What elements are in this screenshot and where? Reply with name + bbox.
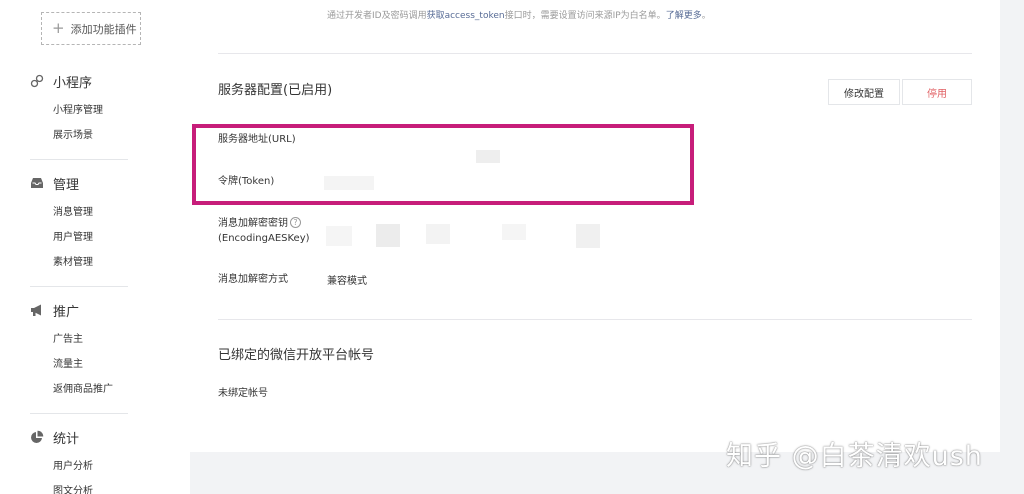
nav-head-label: 管理: [53, 177, 80, 193]
plus-icon: +: [52, 19, 65, 37]
nav-head-manage[interactable]: 管理: [0, 171, 190, 195]
sidebar-divider: [30, 413, 128, 414]
megaphone-icon: [31, 304, 41, 316]
encrypt-mode-label: 消息加解密方式: [218, 274, 288, 285]
sidebar-item-display-scene[interactable]: 展示场景: [0, 123, 190, 148]
tip-text: 接口时，需要设置访问来源IP为白名单。: [504, 11, 666, 21]
sidebar-item-material-manage[interactable]: 素材管理: [0, 250, 190, 275]
nav-head-promotion[interactable]: 推广: [0, 298, 190, 322]
sidebar-divider: [30, 159, 128, 160]
bound-account-value: 未绑定帐号: [218, 388, 268, 399]
watermark: 知乎 @白茶清欢ush: [726, 441, 983, 472]
sidebar-item-commission-promo[interactable]: 返佣商品推广: [0, 377, 190, 402]
link-icon: [30, 74, 44, 88]
sidebar-item-advertiser[interactable]: 广告主: [0, 327, 190, 352]
inbox-icon: [31, 178, 43, 188]
disable-button[interactable]: 停用: [902, 79, 972, 105]
redacted-aeskey: [326, 226, 352, 246]
redacted-aeskey: [502, 224, 526, 240]
highlight-box: [192, 124, 694, 205]
nav-head-statistics[interactable]: 统计: [0, 425, 190, 449]
section-divider: [218, 319, 972, 320]
sidebar-item-user-analysis[interactable]: 用户分析: [0, 454, 190, 479]
aeskey-label-line2: (EncodingAESKey): [218, 233, 310, 244]
sidebar-item-user-manage[interactable]: 用户管理: [0, 225, 190, 250]
sidebar-divider: [30, 286, 128, 287]
edit-config-button[interactable]: 修改配置: [828, 79, 900, 105]
redacted-aeskey: [426, 224, 450, 244]
sidebar-item-miniprogram-manage[interactable]: 小程序管理: [0, 98, 190, 123]
redacted-aeskey: [576, 224, 600, 248]
nav-group-manage: 管理 消息管理 用户管理 素材管理: [0, 171, 190, 275]
add-plugin-label: 添加功能插件: [70, 22, 137, 36]
aeskey-label: 消息加解密密钥? (EncodingAESKey): [218, 216, 310, 246]
bound-account-title: 已绑定的微信开放平台帐号: [218, 348, 375, 363]
server-config-title: 服务器配置(已启用): [218, 83, 333, 98]
access-token-link[interactable]: 获取access_token: [427, 11, 505, 21]
section-divider: [218, 53, 972, 54]
nav-head-label: 小程序: [53, 75, 93, 91]
sidebar-item-publisher[interactable]: 流量主: [0, 352, 190, 377]
ip-whitelist-tip: 通过开发者ID及密码调用获取access_token接口时，需要设置访问来源IP…: [327, 8, 711, 21]
nav-head-label: 推广: [53, 304, 80, 320]
pie-chart-icon: [31, 430, 44, 443]
redacted-aeskey: [376, 224, 400, 247]
nav-group-miniprogram: 小程序 小程序管理 展示场景: [0, 69, 190, 148]
nav-head-miniprogram[interactable]: 小程序: [0, 69, 190, 93]
learn-more-link[interactable]: 了解更多: [666, 11, 702, 21]
help-icon[interactable]: ?: [290, 217, 301, 228]
nav-head-label: 统计: [53, 431, 80, 447]
sidebar-item-article-analysis[interactable]: 图文分析: [0, 479, 190, 494]
encrypt-mode-value: 兼容模式: [327, 276, 367, 287]
sidebar: + 添加功能插件 小程序 小程序管理 展示场景 管理 消息管理 用户管理 素材管…: [0, 0, 190, 494]
nav-group-promotion: 推广 广告主 流量主 返佣商品推广: [0, 298, 190, 402]
add-plugin-button[interactable]: + 添加功能插件: [41, 12, 141, 45]
main-panel: 通过开发者ID及密码调用获取access_token接口时，需要设置访问来源IP…: [190, 0, 1000, 452]
aeskey-label-line1: 消息加解密密钥: [218, 218, 288, 229]
tip-text: 通过开发者ID及密码调用: [327, 11, 427, 21]
tip-text: 。: [701, 11, 711, 21]
nav-group-statistics: 统计 用户分析 图文分析: [0, 425, 190, 494]
sidebar-item-message-manage[interactable]: 消息管理: [0, 200, 190, 225]
